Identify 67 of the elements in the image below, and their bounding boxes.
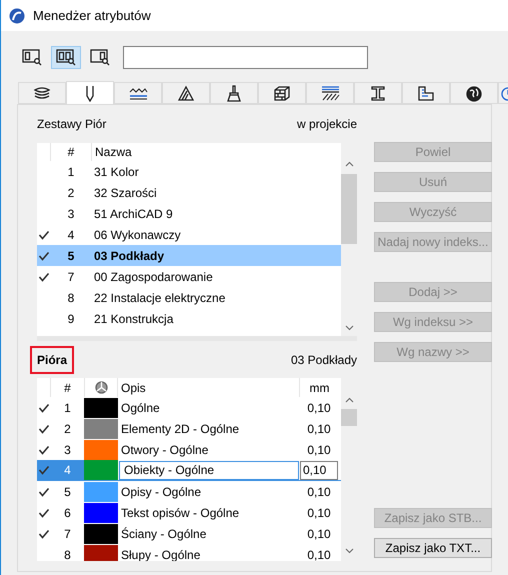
row-name: 21 Konstrukcja (93, 310, 174, 328)
list-row[interactable]: 3 Otwory - Ogólne 0,10 (37, 439, 341, 460)
pen-width: 0,10 (306, 504, 332, 522)
list-row[interactable]: 9 21 Konstrukcja (37, 308, 341, 329)
row-index: 1 (63, 400, 72, 416)
row-index: 7 (66, 268, 76, 286)
section-title: Zestawy Piór (37, 116, 106, 133)
pen-description: Opisy - Ogólne (120, 484, 202, 500)
pen-description: Otwory - Ogólne (120, 442, 210, 458)
row-index: 4 (63, 462, 72, 479)
pen-width: 0,10 (306, 526, 332, 542)
list-row[interactable]: 7 00 Zagospodarowanie (37, 266, 341, 287)
row-index: 3 (63, 442, 72, 458)
pen-description: Tekst opisów - Ogólne (120, 504, 240, 522)
row-index: 1 (66, 164, 76, 180)
list-row[interactable]: 8 Słupy - Ogólne 0,10 (37, 544, 341, 561)
row-index: 2 (66, 184, 76, 202)
action-button[interactable]: Zapisz jako TXT... (374, 538, 492, 558)
section-subtitle: 03 Podkłady (290, 352, 357, 368)
list-row[interactable]: 3 51 ArchiCAD 9 (37, 203, 341, 224)
list-row[interactable]: 5 03 Podkłady (37, 245, 341, 266)
row-index: 9 (66, 310, 76, 328)
section-subtitle: w projekcie (296, 116, 357, 133)
row-index: 3 (66, 206, 76, 222)
list-row[interactable]: 1 Ogólne 0,10 (37, 397, 341, 418)
list-row[interactable]: 1 31 Kolor (37, 161, 341, 182)
list-row[interactable]: 4 Obiekty - Ogólne 0,10 (37, 460, 341, 481)
window-title: Menedżer atrybutów (33, 6, 151, 25)
row-index: 2 (63, 420, 72, 438)
row-index: 4 (66, 226, 76, 244)
row-index: 5 (66, 248, 76, 264)
list-row[interactable]: 2 Elementy 2D - Ogólne 0,10 (37, 418, 341, 439)
list-row[interactable]: 6 Tekst opisów - Ogólne 0,10 (37, 502, 341, 523)
row-index: 5 (63, 484, 72, 500)
list-row[interactable]: 4 06 Wykonawczy (37, 224, 341, 245)
pen-description: Ściany - Ogólne (120, 526, 208, 542)
row-name: 22 Instalacje elektryczne (93, 290, 226, 306)
row-name: 32 Szarości (93, 184, 157, 202)
row-name: 51 ArchiCAD 9 (93, 206, 173, 222)
column-header[interactable]: # (51, 143, 91, 161)
width-input[interactable]: 0,10 (300, 460, 338, 480)
list-row[interactable]: 7 Ściany - Ogólne 0,10 (37, 523, 341, 544)
pen-description: Ogólne (120, 400, 161, 416)
column-header[interactable]: mm (299, 378, 339, 397)
column-header[interactable]: # (51, 378, 84, 396)
section-title: Pióra (30, 346, 74, 374)
row-index: 6 (63, 504, 72, 522)
column-header[interactable]: Nazwa (92, 143, 132, 161)
pen-description: Elementy 2D - Ogólne (120, 420, 240, 438)
column-header[interactable]: Opis (118, 378, 299, 396)
pen-width: 0,10 (306, 546, 332, 561)
pen-width: 0,10 (306, 420, 332, 438)
list-row[interactable]: 5 Opisy - Ogólne 0,10 (37, 481, 341, 502)
pen-width: 0,10 (306, 484, 332, 500)
row-name: 06 Wykonawczy (93, 226, 181, 244)
row-name: 31 Kolor (93, 164, 139, 180)
row-index: 8 (63, 546, 72, 561)
description-input[interactable]: Obiekty - Ogólne (119, 460, 299, 480)
pen-width: 0,10 (306, 400, 332, 416)
row-name: 03 Podkłady (93, 248, 164, 264)
row-index: 7 (63, 526, 72, 542)
pen-width: 0,10 (306, 442, 332, 458)
list-row[interactable]: 8 22 Instalacje elektryczne (37, 287, 341, 308)
list-row[interactable]: 2 32 Szarości (37, 182, 341, 203)
row-name: 00 Zagospodarowanie (93, 268, 213, 286)
row-index: 8 (66, 290, 76, 306)
pen-description: Słupy - Ogólne (120, 546, 202, 561)
